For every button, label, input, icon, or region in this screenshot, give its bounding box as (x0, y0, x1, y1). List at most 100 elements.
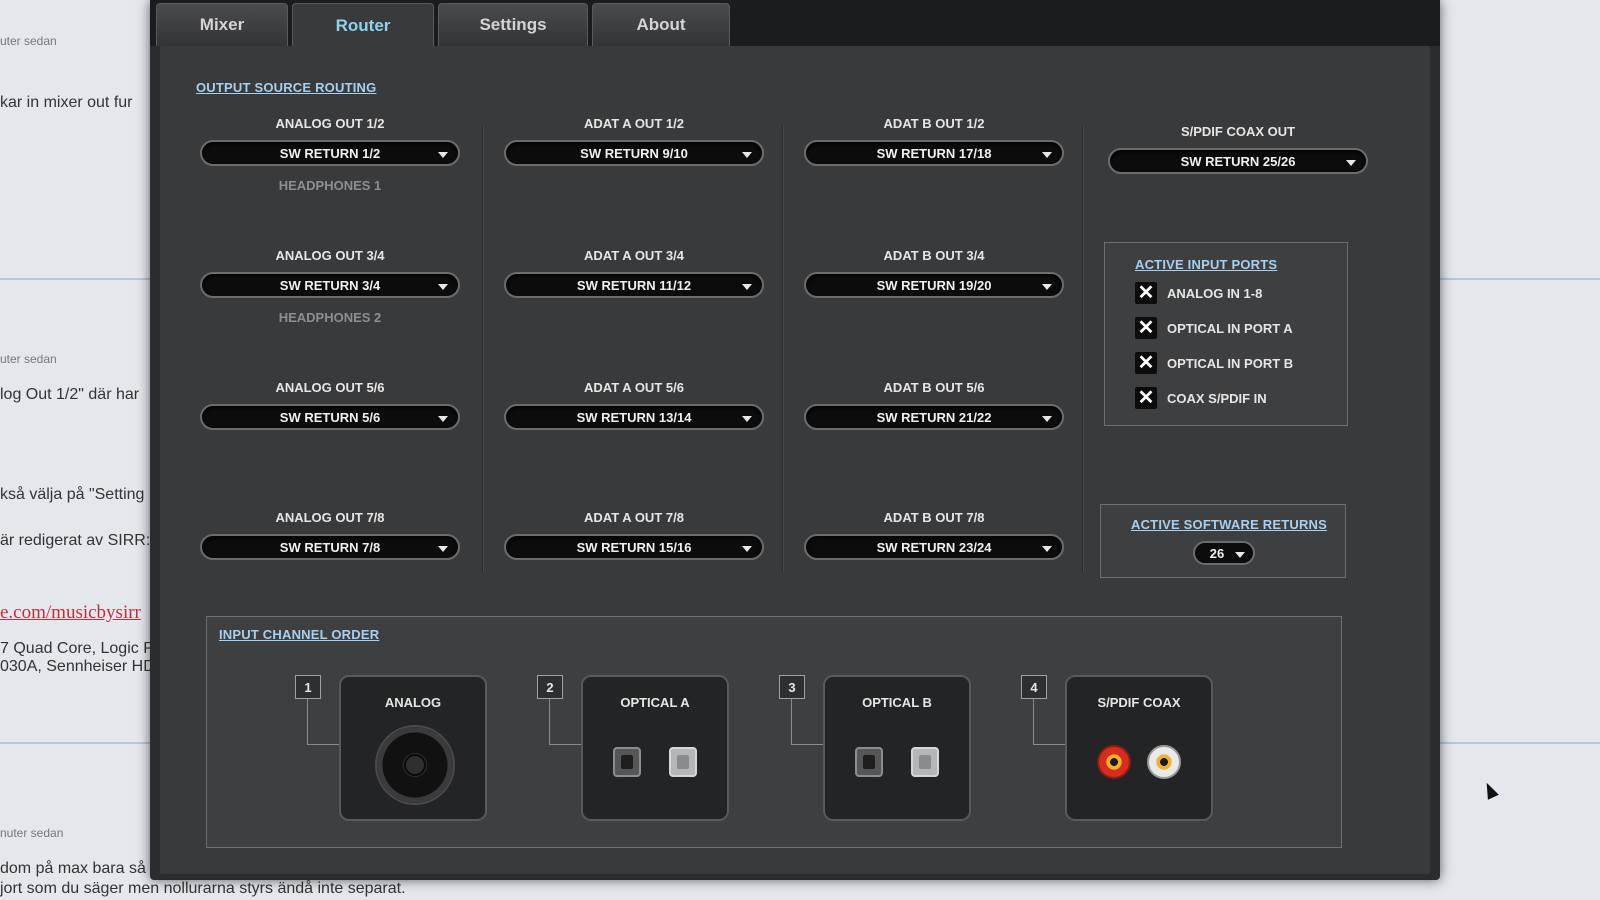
checkbox-checked-icon[interactable]: ✕ (1135, 387, 1157, 409)
chevron-down-icon (1235, 552, 1245, 558)
chevron-down-icon (742, 284, 752, 290)
chevron-down-icon (742, 152, 752, 158)
dropdown-value: SW RETURN 1/2 (279, 145, 381, 161)
spdif-coax-out-dropdown[interactable]: SW RETURN 25/26 (1108, 148, 1368, 174)
adat-a-out-7-8-label: ADAT A OUT 7/8 (584, 510, 684, 525)
active-input-port-row[interactable]: ✕ OPTICAL IN PORT A (1135, 316, 1293, 340)
headphones-label: HEADPHONES 2 (278, 310, 382, 325)
background-text-line: log Out 1/2" där har (0, 386, 140, 403)
port-card-title: OPTICAL A (620, 695, 690, 710)
optical-port-icon (855, 747, 883, 777)
analog-out-1-2-dropdown[interactable]: SW RETURN 1/2 (200, 140, 460, 166)
channel-order-number-4[interactable]: 4 (1021, 675, 1047, 699)
tab-about[interactable]: About (592, 3, 730, 46)
dropdown-value: SW RETURN 17/18 (876, 145, 992, 161)
connector-line (307, 699, 339, 745)
chevron-down-icon (438, 284, 448, 290)
analog-out-7-8-label: ANALOG OUT 7/8 (275, 510, 385, 525)
active-input-port-row[interactable]: ✕ COAX S/PDIF IN (1135, 386, 1267, 410)
tab-bar: Mixer Router Settings About (150, 0, 1440, 48)
optical-port-icon (613, 747, 641, 777)
chevron-down-icon (1042, 416, 1052, 422)
analog-out-1-2-label: ANALOG OUT 1/2 (275, 116, 385, 131)
dropdown-value: SW RETURN 3/4 (279, 277, 381, 293)
port-card-optical-a[interactable]: OPTICAL A (581, 675, 729, 821)
checkbox-label: OPTICAL IN PORT B (1167, 355, 1294, 371)
channel-order-number-1[interactable]: 1 (295, 675, 321, 699)
dropdown-value: SW RETURN 13/14 (576, 409, 692, 425)
adat-a-out-7-8-dropdown[interactable]: SW RETURN 15/16 (504, 534, 764, 560)
adat-b-out-5-6-dropdown[interactable]: SW RETURN 21/22 (804, 404, 1064, 430)
tab-settings[interactable]: Settings (438, 3, 588, 46)
dropdown-value: SW RETURN 23/24 (876, 539, 992, 555)
input-channel-order-box: INPUT CHANNEL ORDER 1 ANALOG 2 OPTICAL A… (206, 616, 1342, 848)
checkbox-checked-icon[interactable]: ✕ (1135, 317, 1157, 339)
checkbox-label: ANALOG IN 1-8 (1167, 285, 1263, 301)
channel-order-number-2[interactable]: 2 (537, 675, 563, 699)
background-text-line: jort som du säger men nollurarna styrs ä… (0, 880, 406, 897)
checkbox-checked-icon[interactable]: ✕ (1135, 352, 1157, 374)
connector-line (549, 699, 581, 745)
router-panel: OUTPUT SOURCE ROUTING ANALOG OUT 1/2 SW R… (160, 46, 1430, 874)
dropdown-value: SW RETURN 5/6 (279, 409, 381, 425)
adat-a-out-5-6-dropdown[interactable]: SW RETURN 13/14 (504, 404, 764, 430)
background-text-line: kså välja på "Setting (0, 486, 145, 503)
active-input-port-row[interactable]: ✕ ANALOG IN 1-8 (1135, 281, 1262, 305)
column-divider (782, 126, 783, 572)
spdif-coax-out-label: S/PDIF COAX OUT (1180, 124, 1296, 139)
column-divider (1082, 126, 1083, 572)
dropdown-value: SW RETURN 9/10 (580, 145, 688, 161)
adat-a-out-5-6-label: ADAT A OUT 5/6 (584, 380, 684, 395)
adat-a-out-3-4-dropdown[interactable]: SW RETURN 11/12 (504, 272, 764, 298)
optical-port-icon (911, 747, 939, 777)
checkbox-checked-icon[interactable]: ✕ (1135, 282, 1157, 304)
analog-out-5-6-label: ANALOG OUT 5/6 (275, 380, 385, 395)
chevron-down-icon (1042, 284, 1052, 290)
adat-b-out-3-4-dropdown[interactable]: SW RETURN 19/20 (804, 272, 1064, 298)
column-divider (482, 126, 483, 572)
optical-port-icon (669, 747, 697, 777)
background-text-line: är redigerat av SIRR: (0, 532, 151, 549)
background-text-line: nuter sedan (0, 826, 64, 840)
rca-jack-icon (1147, 745, 1181, 779)
adat-b-out-1-2-dropdown[interactable]: SW RETURN 17/18 (804, 140, 1064, 166)
dropdown-value: SW RETURN 21/22 (876, 409, 992, 425)
chevron-down-icon (438, 416, 448, 422)
tab-router[interactable]: Router (292, 3, 434, 48)
dropdown-value: SW RETURN 15/16 (576, 539, 692, 555)
dropdown-value: SW RETURN 11/12 (576, 277, 692, 293)
adat-a-out-1-2-label: ADAT A OUT 1/2 (584, 116, 684, 131)
checkbox-label: OPTICAL IN PORT A (1167, 320, 1293, 336)
checkbox-label: COAX S/PDIF IN (1167, 390, 1267, 406)
chevron-down-icon (742, 546, 752, 552)
active-software-returns-box: ACTIVE SOFTWARE RETURNS 26 (1100, 504, 1346, 578)
port-card-spdif-coax[interactable]: S/PDIF COAX (1065, 675, 1213, 821)
dropdown-value: SW RETURN 19/20 (876, 277, 992, 293)
adat-b-out-7-8-dropdown[interactable]: SW RETURN 23/24 (804, 534, 1064, 560)
background-text-line[interactable]: e.com/musicbysirr (0, 602, 141, 624)
port-card-title: S/PDIF COAX (1097, 695, 1181, 710)
active-input-port-row[interactable]: ✕ OPTICAL IN PORT B (1135, 351, 1293, 375)
analog-out-7-8-dropdown[interactable]: SW RETURN 7/8 (200, 534, 460, 560)
analog-out-3-4-dropdown[interactable]: SW RETURN 3/4 (200, 272, 460, 298)
background-text-line: dom på max bara så s (0, 860, 159, 877)
chevron-down-icon (1042, 152, 1052, 158)
tab-mixer[interactable]: Mixer (156, 3, 288, 46)
adat-a-out-1-2-dropdown[interactable]: SW RETURN 9/10 (504, 140, 764, 166)
audio-router-window: Mixer Router Settings About OUTPUT SOURC… (150, 0, 1440, 880)
analog-out-5-6-dropdown[interactable]: SW RETURN 5/6 (200, 404, 460, 430)
chevron-down-icon (742, 416, 752, 422)
port-card-analog[interactable]: ANALOG (339, 675, 487, 821)
port-card-optical-b[interactable]: OPTICAL B (823, 675, 971, 821)
active-input-ports-box: ACTIVE INPUT PORTS ✕ ANALOG IN 1-8 ✕ OPTICA… (1104, 242, 1348, 426)
channel-order-number-3[interactable]: 3 (779, 675, 805, 699)
xlr-combo-jack-icon (375, 725, 455, 805)
adat-b-out-7-8-label: ADAT B OUT 7/8 (883, 510, 985, 525)
chevron-down-icon (1346, 160, 1356, 166)
adat-a-out-3-4-label: ADAT A OUT 3/4 (584, 248, 684, 263)
active-software-returns-dropdown[interactable]: 26 (1193, 541, 1255, 565)
adat-b-out-3-4-label: ADAT B OUT 3/4 (883, 248, 985, 263)
headphones-label: HEADPHONES 1 (278, 178, 382, 193)
output-source-routing-title: OUTPUT SOURCE ROUTING (196, 80, 377, 95)
chevron-down-icon (438, 152, 448, 158)
